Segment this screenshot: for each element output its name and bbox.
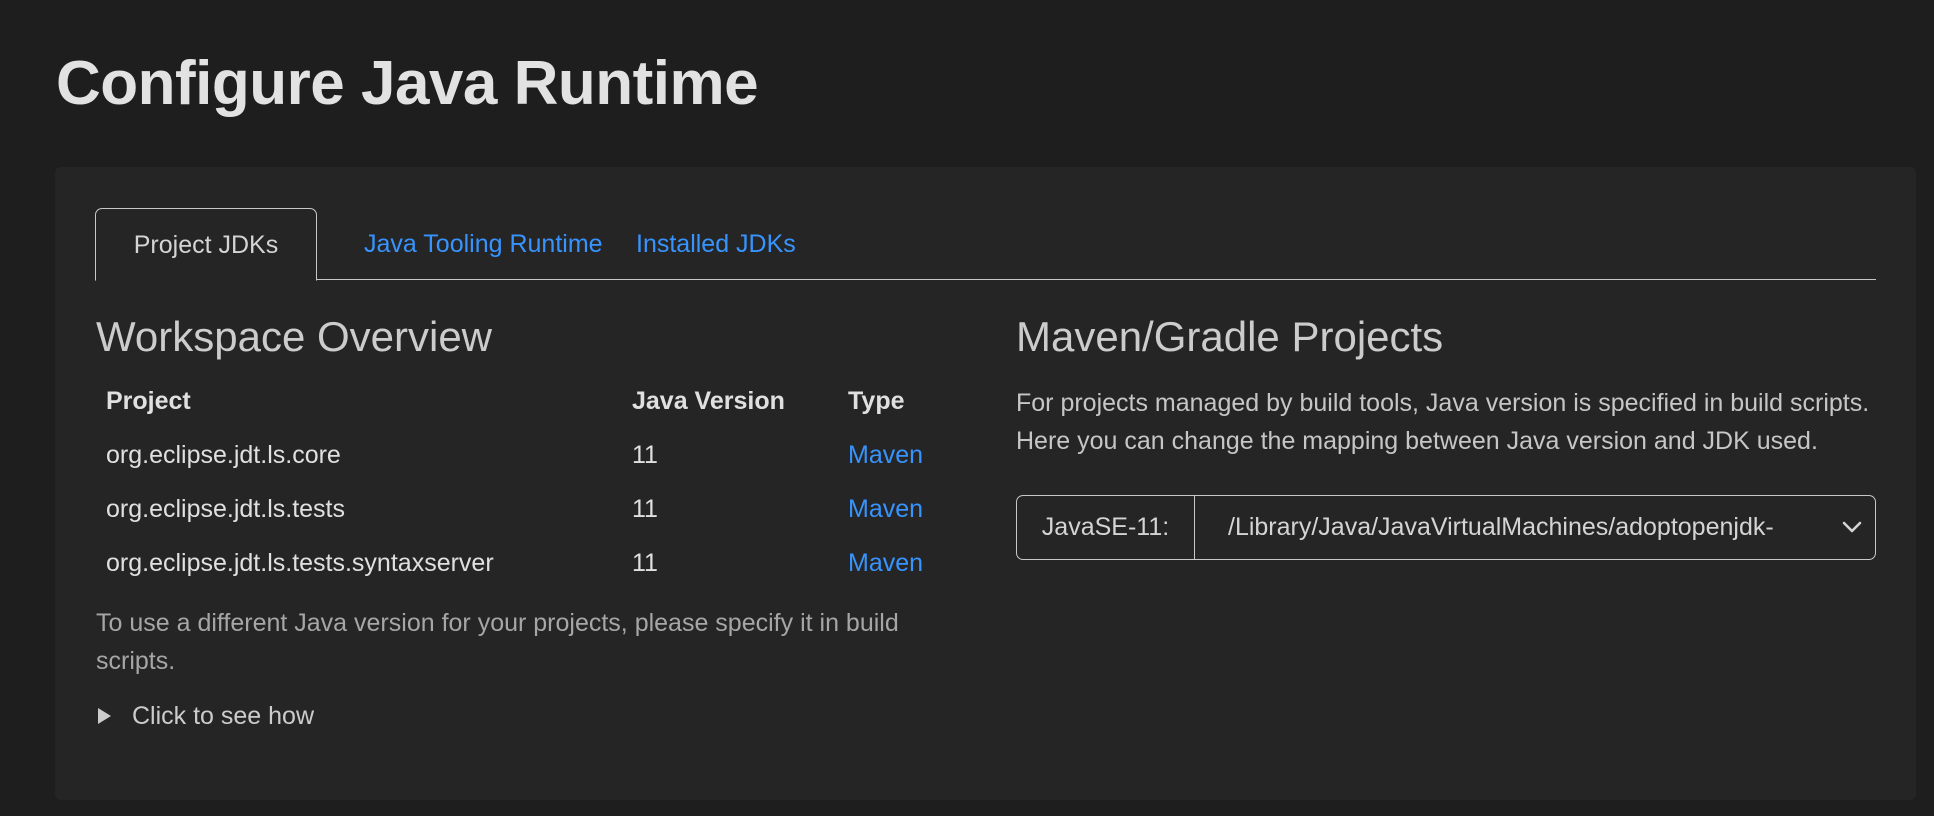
workspace-overview-title: Workspace Overview [96,313,493,360]
build-scripts-note: To use a different Java version for your… [96,609,899,675]
project-name: org.eclipse.jdt.ls.tests [106,494,345,523]
table-header-row: Project Java Version Type [96,374,938,428]
column-header-type: Type [848,386,905,415]
chevron-down-icon [1842,521,1862,533]
table-row: org.eclipse.jdt.ls.tests 11 Maven [96,482,938,536]
build-tools-description: For projects managed by build tools, Jav… [1016,389,1870,455]
java-version: 11 [632,440,658,469]
java-se-version-label: JavaSE-11: [1017,496,1195,559]
project-name: org.eclipse.jdt.ls.core [106,440,341,469]
maven-gradle-projects-title: Maven/Gradle Projects [1016,313,1444,360]
jdk-mapping-row: JavaSE-11: /Library/Java/JavaVirtualMach… [1016,495,1876,560]
column-header-java-version: Java Version [632,386,785,415]
jdk-path-select[interactable]: /Library/Java/JavaVirtualMachines/adopto… [1195,496,1875,559]
tab-installed-jdks[interactable]: Installed JDKs [603,208,829,281]
workspace-overview-section: Workspace Overview Project Java Version … [96,308,956,736]
column-header-project: Project [106,386,191,415]
project-type-link[interactable]: Maven [848,495,923,523]
page-title: Configure Java Runtime [56,49,759,118]
table-row: org.eclipse.jdt.ls.core 11 Maven [96,428,938,482]
project-type-link[interactable]: Maven [848,549,923,577]
java-version: 11 [632,494,658,523]
details-summary-label: Click to see how [132,701,315,730]
maven-gradle-projects-section: Maven/Gradle Projects For projects manag… [1016,308,1878,560]
tab-bar: Project JDKs Java Tooling Runtime Instal… [95,208,1876,281]
projects-table: Project Java Version Type org.eclipse.jd… [96,374,938,590]
project-name: org.eclipse.jdt.ls.tests.syntaxserver [106,548,494,577]
configure-java-runtime-page: Configure Java Runtime Project JDKs Java… [0,0,1934,816]
project-type-link[interactable]: Maven [848,441,923,469]
java-version: 11 [632,548,658,577]
triangle-right-icon [98,708,111,724]
click-to-see-how-toggle[interactable]: Click to see how [96,696,956,736]
tab-java-tooling-runtime[interactable]: Java Tooling Runtime [331,208,636,281]
table-row: org.eclipse.jdt.ls.tests.syntaxserver 11… [96,536,938,590]
jdk-path-selected-value: /Library/Java/JavaVirtualMachines/adopto… [1228,513,1774,541]
runtime-panel: Project JDKs Java Tooling Runtime Instal… [55,167,1916,800]
tab-project-jdks[interactable]: Project JDKs [95,208,317,281]
